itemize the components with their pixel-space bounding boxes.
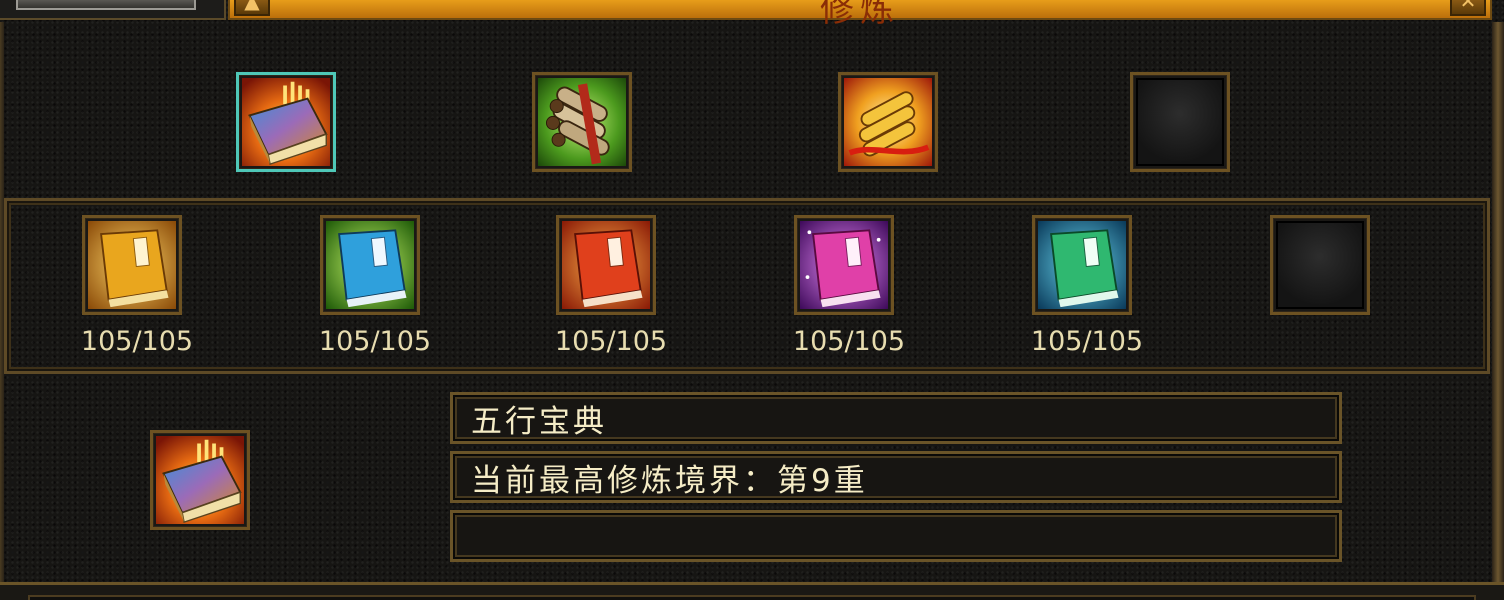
golden-scroll-icon	[844, 78, 932, 166]
red-book-icon	[562, 221, 650, 309]
book-slot-empty[interactable]	[1270, 215, 1370, 315]
empty-slot-fill	[1276, 221, 1364, 309]
book-count-green: 105/105	[1030, 326, 1144, 357]
empty-slot-fill	[1136, 78, 1224, 166]
book-slot-blue[interactable]	[320, 215, 420, 315]
extra-info-box	[450, 510, 1342, 562]
bottom-strip	[0, 582, 1504, 600]
selected-item-slot[interactable]	[150, 430, 250, 530]
close-icon: ✕	[1459, 0, 1477, 13]
window-title: 修炼	[820, 0, 900, 30]
blue-book-icon	[326, 221, 414, 309]
realm-box: 当前最高修炼境界：第9重	[450, 451, 1342, 503]
top-left-tab[interactable]	[16, 0, 196, 10]
wuxing-book-icon	[242, 78, 330, 166]
books-panel	[4, 198, 1490, 374]
book-count-pink: 105/105	[792, 326, 906, 357]
item-slot-wuxing-book[interactable]	[236, 72, 336, 172]
title-bar: ▲ 修炼 ✕	[228, 0, 1492, 30]
book-count-red: 105/105	[554, 326, 668, 357]
item-name: 五行宝典	[471, 403, 607, 440]
item-name-box: 五行宝典	[450, 392, 1342, 444]
green-book-icon	[1038, 221, 1126, 309]
cultivation-window: ▲ 修炼 ✕ 105/105 105/105 105/105 105/105 1…	[0, 0, 1504, 600]
book-count-gold: 105/105	[80, 326, 194, 357]
pink-book-icon	[800, 221, 888, 309]
book-slot-green[interactable]	[1032, 215, 1132, 315]
empty-slot[interactable]	[1130, 72, 1230, 172]
frame-right	[1492, 22, 1504, 600]
book-slot-gold[interactable]	[82, 215, 182, 315]
item-slot-golden-scroll[interactable]	[838, 72, 938, 172]
cultivation-realm: 当前最高修炼境界：第9重	[471, 462, 868, 499]
book-slot-red[interactable]	[556, 215, 656, 315]
close-button[interactable]: ✕	[1450, 0, 1486, 16]
book-slot-pink[interactable]	[794, 215, 894, 315]
scroll-bundle-icon	[538, 78, 626, 166]
item-slot-scroll-bundle[interactable]	[532, 72, 632, 172]
top-left-tab-area	[0, 0, 226, 20]
wuxing-book-icon	[156, 436, 244, 524]
gold-book-icon	[88, 221, 176, 309]
book-count-blue: 105/105	[318, 326, 432, 357]
bottom-panel-edge	[28, 595, 1476, 600]
